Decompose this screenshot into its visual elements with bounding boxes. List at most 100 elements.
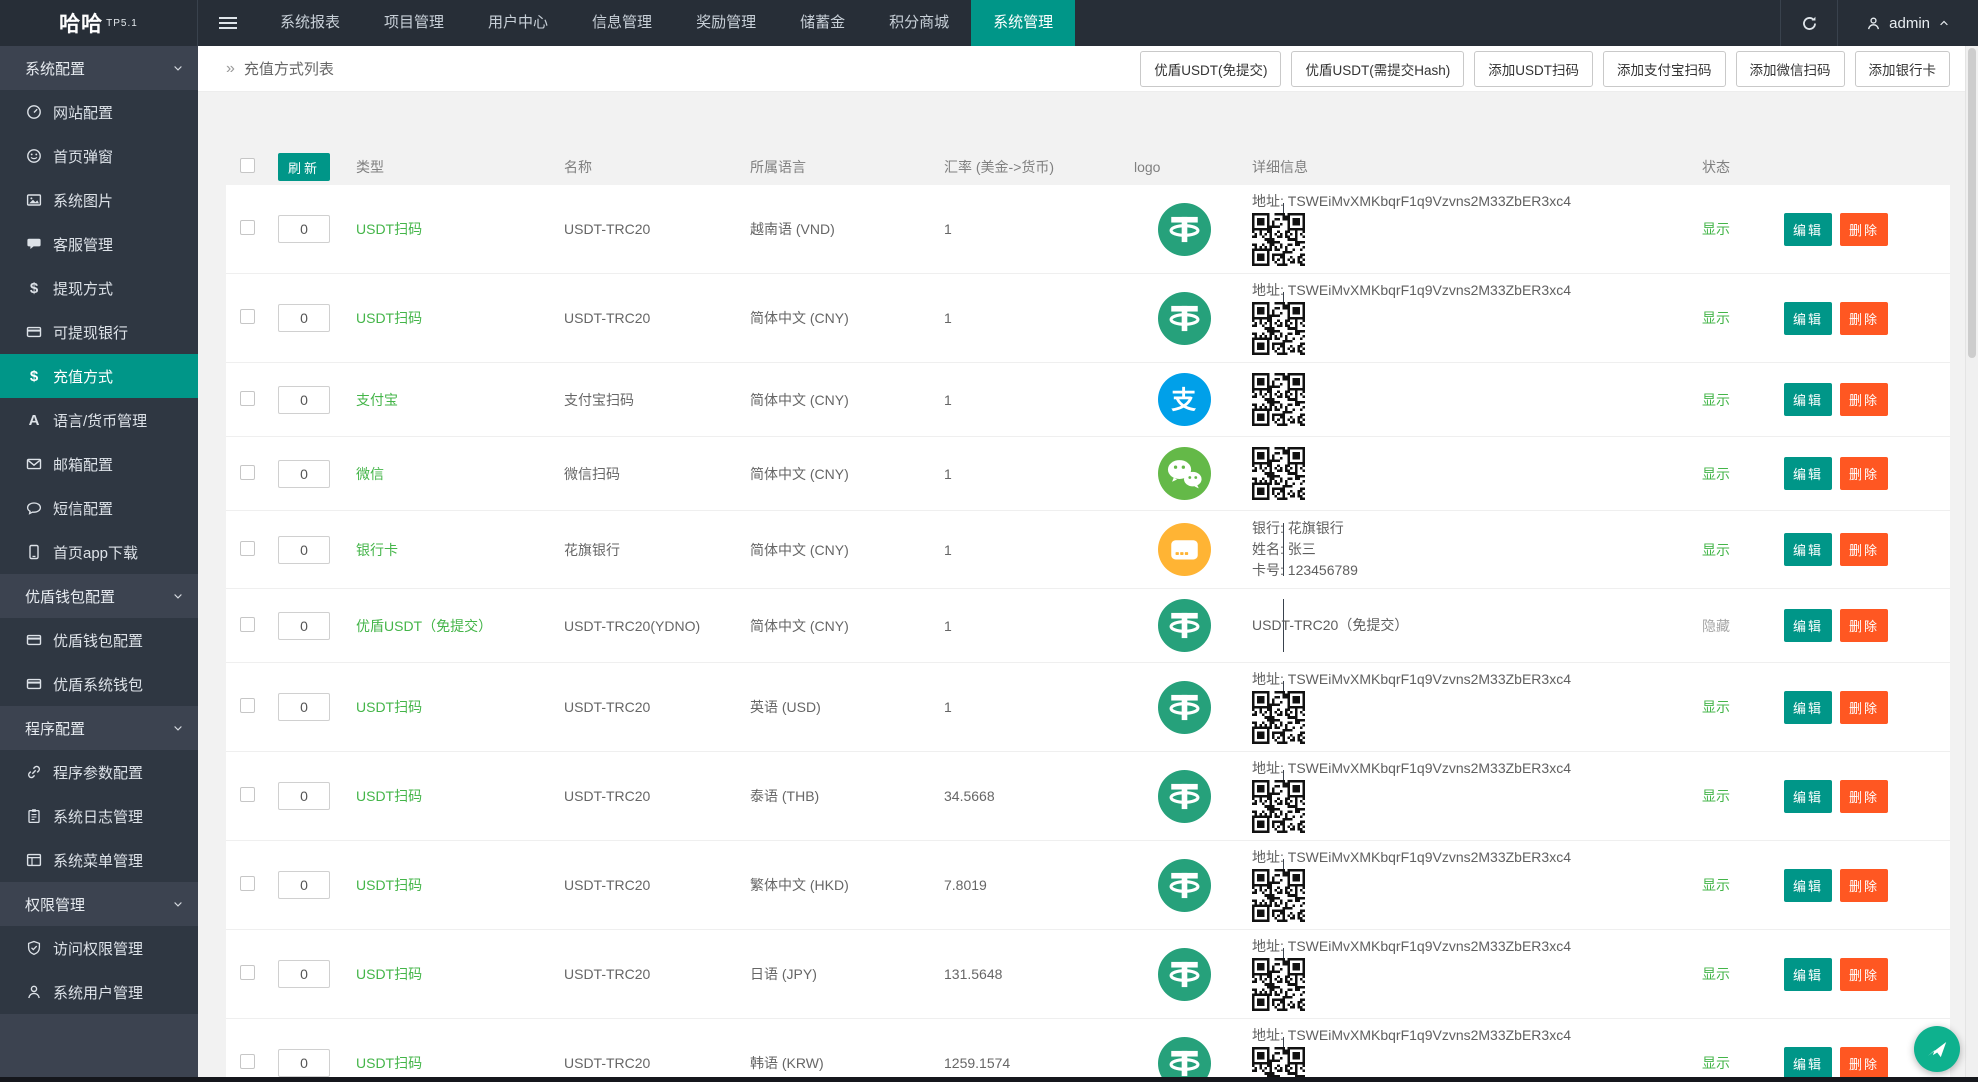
edit-button[interactable]: 编辑 [1784,457,1833,490]
toolbar-button-5[interactable]: 添加银行卡 [1854,50,1950,87]
select-all-checkbox[interactable] [240,158,255,173]
toolbar-button-4[interactable]: 添加微信扫码 [1735,50,1845,87]
status-toggle[interactable]: 显示 [1702,966,1730,982]
status-toggle[interactable]: 显示 [1702,310,1730,326]
sort-number-input[interactable] [278,385,330,414]
edit-button[interactable]: 编辑 [1784,301,1833,335]
sidebar-item-system-users[interactable]: 系统用户管理 [0,970,198,1014]
sidebar-item-system-menus[interactable]: 系统菜单管理 [0,838,198,882]
edit-button[interactable]: 编辑 [1784,1046,1833,1080]
sidebar-item-access-permission[interactable]: 访问权限管理 [0,926,198,970]
sidebar-item-app-download[interactable]: 首页app下载 [0,530,198,574]
sidebar-item-language-currency[interactable]: A 语言/货币管理 [0,398,198,442]
type-link[interactable]: USDT扫码 [356,221,422,237]
sidebar-item-email-config[interactable]: 邮箱配置 [0,442,198,486]
status-toggle[interactable]: 显示 [1702,392,1730,408]
scrollbar-thumb[interactable] [1968,48,1976,358]
edit-button[interactable]: 编辑 [1784,533,1833,566]
type-link[interactable]: 优盾USDT（免提交） [356,618,492,634]
nav-item-reports[interactable]: 系统报表 [258,0,362,46]
nav-item-savings[interactable]: 储蓄金 [778,0,867,46]
user-menu[interactable]: admin [1838,15,1978,32]
edit-button[interactable]: 编辑 [1784,957,1833,991]
row-checkbox[interactable] [240,1054,255,1069]
sidebar-item-recharge-methods[interactable]: $ 充值方式 [0,354,198,398]
type-link[interactable]: USDT扫码 [356,699,422,715]
row-checkbox[interactable] [240,309,255,324]
sort-number-input[interactable] [278,693,330,721]
sidebar-item-permission-group[interactable]: 权限管理 [0,882,198,926]
delete-button[interactable]: 删除 [1840,690,1889,724]
sidebar-item-customer-service[interactable]: 客服管理 [0,222,198,266]
sidebar-item-system-logs[interactable]: 系统日志管理 [0,794,198,838]
sort-number-input[interactable] [278,459,330,488]
toolbar-button-0[interactable]: 优盾USDT(免提交) [1140,50,1282,87]
sort-number-input[interactable] [278,960,330,988]
edit-button[interactable]: 编辑 [1784,779,1833,813]
type-link[interactable]: 微信 [356,466,384,482]
row-checkbox[interactable] [240,220,255,235]
delete-button[interactable]: 删除 [1840,609,1889,642]
delete-button[interactable]: 删除 [1840,533,1889,566]
status-toggle[interactable]: 显示 [1702,542,1730,558]
edit-button[interactable]: 编辑 [1784,690,1833,724]
sidebar-item-home-popup[interactable]: 首页弹窗 [0,134,198,178]
row-checkbox[interactable] [240,616,255,632]
status-toggle[interactable]: 隐藏 [1702,618,1730,634]
sort-number-input[interactable] [278,535,330,564]
type-link[interactable]: 银行卡 [356,542,398,558]
type-link[interactable]: USDT扫码 [356,966,422,982]
delete-button[interactable]: 删除 [1840,1046,1889,1080]
edit-button[interactable]: 编辑 [1784,212,1833,246]
refresh-page-button[interactable] [1780,0,1839,46]
delete-button[interactable]: 删除 [1840,301,1889,335]
type-link[interactable]: USDT扫码 [356,310,422,326]
status-toggle[interactable]: 显示 [1702,1055,1730,1071]
edit-button[interactable]: 编辑 [1784,609,1833,642]
sort-number-input[interactable] [278,611,330,640]
delete-button[interactable]: 删除 [1840,457,1889,490]
row-checkbox[interactable] [240,540,255,556]
sort-number-input[interactable] [278,782,330,810]
sidebar-item-withdraw-methods[interactable]: $ 提现方式 [0,266,198,310]
delete-button[interactable]: 删除 [1840,868,1889,902]
sidebar-toggle-button[interactable] [198,0,258,46]
sidebar-item-youdun-wallet-config[interactable]: 优盾钱包配置 [0,618,198,662]
type-link[interactable]: 支付宝 [356,392,398,408]
edit-button[interactable]: 编辑 [1784,383,1833,416]
sort-number-input[interactable] [278,215,330,243]
nav-item-points-mall[interactable]: 积分商城 [867,0,971,46]
refresh-table-button[interactable]: 刷新 [278,153,331,181]
status-toggle[interactable]: 显示 [1702,788,1730,804]
nav-item-user-center[interactable]: 用户中心 [466,0,570,46]
type-link[interactable]: USDT扫码 [356,1055,422,1071]
status-toggle[interactable]: 显示 [1702,221,1730,237]
delete-button[interactable]: 删除 [1840,212,1889,246]
type-link[interactable]: USDT扫码 [356,788,422,804]
sort-number-input[interactable] [278,1049,330,1077]
vertical-scrollbar[interactable] [1965,46,1978,1082]
nav-item-rewards[interactable]: 奖励管理 [674,0,778,46]
toolbar-button-2[interactable]: 添加USDT扫码 [1474,50,1593,87]
sidebar-item-withdraw-banks[interactable]: 可提现银行 [0,310,198,354]
row-checkbox[interactable] [240,698,255,713]
row-checkbox[interactable] [240,876,255,891]
delete-button[interactable]: 删除 [1840,383,1889,416]
toolbar-button-3[interactable]: 添加支付宝扫码 [1603,50,1726,87]
sidebar-item-youdun-system-wallet[interactable]: 优盾系统钱包 [0,662,198,706]
sort-number-input[interactable] [278,304,330,332]
row-checkbox[interactable] [240,464,255,480]
delete-button[interactable]: 删除 [1840,957,1889,991]
status-toggle[interactable]: 显示 [1702,699,1730,715]
nav-item-projects[interactable]: 项目管理 [362,0,466,46]
row-checkbox[interactable] [240,965,255,980]
sidebar-item-site-config[interactable]: 网站配置 [0,90,198,134]
edit-button[interactable]: 编辑 [1784,868,1833,902]
status-toggle[interactable]: 显示 [1702,466,1730,482]
toolbar-button-1[interactable]: 优盾USDT(需提交Hash) [1291,50,1465,87]
nav-item-info[interactable]: 信息管理 [570,0,674,46]
sidebar-item-youdun-wallet-group[interactable]: 优盾钱包配置 [0,574,198,618]
nav-item-system[interactable]: 系统管理 [971,0,1076,46]
sidebar-item-program-config-group[interactable]: 程序配置 [0,706,198,750]
sort-number-input[interactable] [278,871,330,899]
